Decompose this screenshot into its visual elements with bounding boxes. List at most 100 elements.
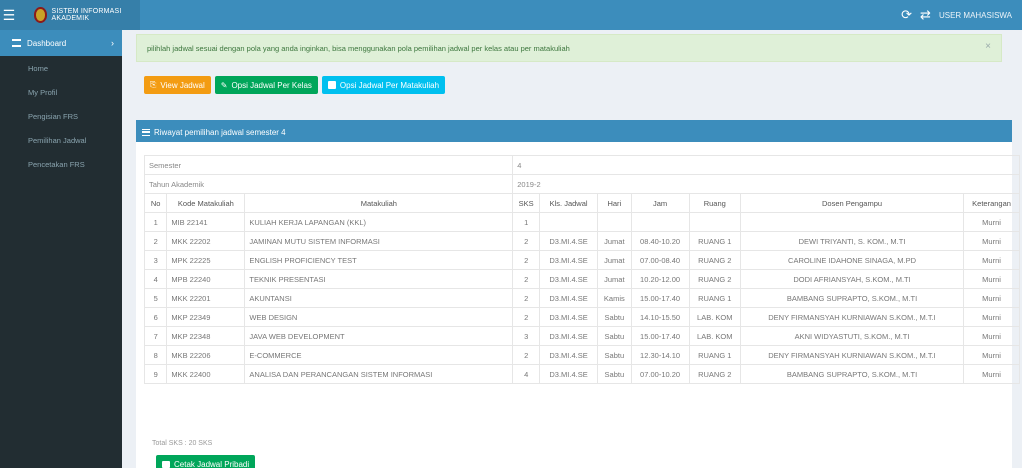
table-cell: BAMBANG SUPRAPTO, S.KOM., M.TI <box>739 288 965 308</box>
table-cell: RUANG 1 <box>688 345 741 365</box>
table-cell: 12.30-14.10 <box>630 345 690 365</box>
table-cell: Murni <box>963 326 1020 346</box>
table-cell: D3.MI.4.SE <box>539 345 599 365</box>
chevron-right-icon: › <box>111 38 114 48</box>
table-cell: D3.MI.4.SE <box>539 326 599 346</box>
table-header-row: No Kode Matakuliah Matakuliah SKS Kls. Jadwa… <box>143 193 1020 213</box>
share-icon[interactable]: ⇄ <box>920 7 931 23</box>
table-cell: TEKNIK PRESENTASI <box>244 269 514 289</box>
cetak-jadwal-button[interactable]: Cetak Jadwal Pribadi <box>156 455 256 468</box>
alert-text: pilihlah jadwal sesuai dengan pola yang … <box>147 43 570 53</box>
table-cell: DENY FIRMANSYAH KURNIAWAN S.KOM., M.T.I <box>739 307 965 327</box>
brand-text: SISTEM INFORMASI AKADEMIK <box>51 8 122 22</box>
table-cell: Murni <box>963 345 1020 365</box>
table-cell <box>597 212 632 232</box>
column-header: Ruang <box>688 193 741 213</box>
table-cell: Murni <box>963 288 1020 308</box>
table-cell: Murni <box>963 250 1020 270</box>
table-row: 1 MIB 22141 KULIAH KERJA LAPANGAN (KKL) 1 Mu… <box>143 212 1020 232</box>
semester-value: 4 <box>512 155 1020 175</box>
button-label: View Jadwal <box>160 80 205 90</box>
table-cell: 08.40-10.20 <box>630 231 690 251</box>
sidebar-item-my-profil[interactable]: My Profil <box>0 80 122 104</box>
opsi-jadwal-per-matakuliah-button[interactable]: Opsi Jadwal Per Matakuliah <box>321 76 446 94</box>
table-cell: ENGLISH PROFICIENCY TEST <box>244 250 514 270</box>
sidebar-item-dashboard[interactable]: Dashboard › <box>0 30 122 56</box>
bookmark-icon: ⎘ <box>150 80 157 89</box>
table-cell: 3 <box>143 250 168 270</box>
table-cell: 14.10-15.50 <box>630 307 690 327</box>
table-cell: 2 <box>512 288 541 308</box>
table-cell: Sabtu <box>597 307 632 327</box>
sidebar-item-pencetakan-frs[interactable]: Pencetakan FRS <box>0 152 122 176</box>
table-cell: JAMINAN MUTU SISTEM INFORMASI <box>244 231 514 251</box>
column-header: SKS <box>512 193 541 213</box>
column-header: Matakuliah <box>244 193 514 213</box>
table-cell: 2 <box>512 231 541 251</box>
table-cell: 2 <box>512 345 541 365</box>
table-cell: MKP 22348 <box>166 326 246 346</box>
table-row: 2 MKK 22202 JAMINAN MUTU SISTEM INFORMASI 2… <box>143 231 1020 251</box>
table-cell: Murni <box>963 231 1020 251</box>
column-header: Dosen Pengampu <box>739 193 965 213</box>
table-cell: 3 <box>512 326 541 346</box>
table-cell: Murni <box>963 212 1020 232</box>
logo-area[interactable]: ☰ SISTEM INFORMASI AKADEMIK <box>0 0 140 30</box>
table-cell <box>630 212 690 232</box>
schedule-table: Semester 4 Tahun Akademik 2019-2 No Kode … <box>143 155 1020 384</box>
sidebar-item-pengisian-frs[interactable]: Pengisian FRS <box>0 104 122 128</box>
table-cell: 2 <box>512 269 541 289</box>
table-cell: 5 <box>143 288 168 308</box>
view-jadwal-button[interactable]: ⎘ View Jadwal <box>144 76 211 94</box>
table-cell: RUANG 1 <box>688 288 741 308</box>
top-right-controls: ⟳ ⇄ USER MAHASISWA <box>901 0 1012 30</box>
table-cell: 10.20-12.00 <box>630 269 690 289</box>
refresh-icon[interactable]: ⟳ <box>901 7 912 23</box>
box-header: Riwayat pemilihan jadwal semester 4 <box>136 123 1012 142</box>
table-cell: DEWI TRIYANTI, S. KOM., M.TI <box>739 231 965 251</box>
table-cell: BAMBANG SUPRAPTO, S.KOM., M.TI <box>739 364 965 384</box>
table-body: Semester 4 Tahun Akademik 2019-2 No Kode … <box>143 155 1020 384</box>
table-cell: KULIAH KERJA LAPANGAN (KKL) <box>244 212 514 232</box>
option-buttons: ⎘ View Jadwal ✎ Opsi Jadwal Per Kelas Op… <box>144 76 446 94</box>
table-row: 5 MKK 22201 AKUNTANSI 2 D3.MI.4.SE Kamis 15.00… <box>143 288 1020 308</box>
table-cell: Murni <box>963 269 1020 289</box>
close-icon[interactable]: × <box>985 41 991 52</box>
table-cell: DODI AFRIANSYAH, S.KOM., M.TI <box>739 269 965 289</box>
table-cell: D3.MI.4.SE <box>539 364 599 384</box>
table-cell: 07.00-08.40 <box>630 250 690 270</box>
semester-label: Semester <box>143 155 514 175</box>
table-cell: 6 <box>143 307 168 327</box>
button-label: Opsi Jadwal Per Kelas <box>231 80 312 90</box>
table-cell: RUANG 1 <box>688 231 741 251</box>
table-cell <box>739 212 965 232</box>
sidebar-item-label: Dashboard <box>27 38 67 48</box>
table-cell: 7 <box>143 326 168 346</box>
table-row: 3 MPK 22225 ENGLISH PROFICIENCY TEST 2 D3.MI… <box>143 250 1020 270</box>
table-row: 7 MKP 22348 JAVA WEB DEVELOPMENT 3 D3.MI.4.S… <box>143 326 1020 346</box>
column-header: Kls. Jadwal <box>539 193 599 213</box>
tahun-row: Tahun Akademik 2019-2 <box>143 174 1020 194</box>
hamburger-icon[interactable]: ☰ <box>0 0 18 30</box>
table-cell: 15.00-17.40 <box>630 326 690 346</box>
edit-icon: ✎ <box>220 80 228 90</box>
sidebar-item-home[interactable]: Home <box>0 56 122 80</box>
table-cell: MPK 22225 <box>166 250 246 270</box>
table-cell <box>688 212 741 232</box>
table-cell: MKK 22202 <box>166 231 246 251</box>
semester-row: Semester 4 <box>143 155 1020 175</box>
table-cell: WEB DESIGN <box>244 307 514 327</box>
table-row: 4 MPB 22240 TEKNIK PRESENTASI 2 D3.MI.4.SE Ju… <box>143 269 1020 289</box>
table-cell: E-COMMERCE <box>244 345 514 365</box>
opsi-jadwal-per-kelas-button[interactable]: ✎ Opsi Jadwal Per Kelas <box>214 76 318 94</box>
tahun-label: Tahun Akademik <box>143 174 514 194</box>
table-cell: Jumat <box>597 269 632 289</box>
sidebar-item-pemilihan-jadwal[interactable]: Pemilihan Jadwal <box>0 128 122 152</box>
table-cell: Murni <box>963 364 1020 384</box>
table-cell: 07.00-10.20 <box>630 364 690 384</box>
column-header: Jam <box>630 193 690 213</box>
user-name[interactable]: USER MAHASISWA <box>939 11 1012 20</box>
table-row: 8 MKB 22206 E-COMMERCE 2 D3.MI.4.SE Sabtu 12.3… <box>143 345 1020 365</box>
table-cell: RUANG 2 <box>688 364 741 384</box>
table-cell: RUANG 2 <box>688 250 741 270</box>
